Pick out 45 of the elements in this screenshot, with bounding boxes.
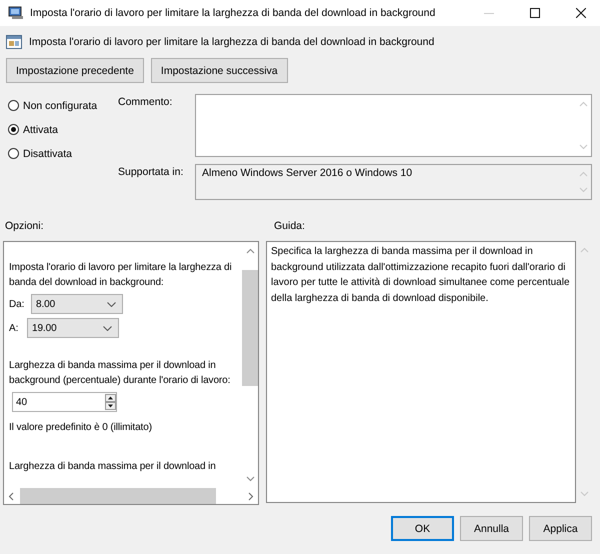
radio-option[interactable]: Non configurata xyxy=(8,97,118,114)
radio-circle[interactable] xyxy=(8,100,19,111)
dialog-button[interactable]: OK xyxy=(391,516,454,541)
nav-button[interactable]: Impostazione successiva xyxy=(150,58,288,83)
close-icon[interactable] xyxy=(576,8,586,18)
radio-label: Disattivata xyxy=(23,148,72,160)
time-dropdown[interactable]: 19.00 xyxy=(27,318,119,338)
scrollbar-thumb[interactable] xyxy=(20,488,216,504)
option-text: Larghezza di banda massima per il download in background (percentuale) durante l'orario di lavoro: xyxy=(9,359,232,388)
policy-icon xyxy=(6,34,22,50)
radio-label: Non configurata xyxy=(23,100,98,112)
scroll-right-icon[interactable] xyxy=(248,492,254,500)
computer-icon xyxy=(8,6,24,20)
radio-circle[interactable] xyxy=(8,148,19,159)
help-label: Guida: xyxy=(274,220,305,232)
dialog-button[interactable]: Annulla xyxy=(460,516,523,541)
radio-option[interactable]: Disattivata xyxy=(8,145,118,162)
maximize-icon[interactable] xyxy=(530,8,540,18)
option-text: Imposta l'orario di lavoro per limitare la larghezza di banda del download in background: xyxy=(9,261,233,290)
options-label: Opzioni: xyxy=(4,220,45,232)
policy-title: Imposta l'orario di lavoro per limitare la larghezza di banda del download in background xyxy=(29,36,434,48)
chevron-down-icon xyxy=(107,302,116,306)
help-text: Specifica la larghezza di banda massima per il download in background utilizzata dall'ottimizzazione recapito fuori dall'orario di lavoro per tutte le attività di download simultanee come percentuale della larghezza di banda di download disponibile. xyxy=(266,241,576,503)
window-title: Imposta l'orario di lavoro per limitare la larghezza di banda del download in background xyxy=(30,7,436,19)
option-text: Il valore predefinito è 0 (illimitato) xyxy=(9,421,153,435)
nav-button[interactable]: Impostazione precedente xyxy=(6,58,144,83)
dropdown-label: Da: xyxy=(9,298,26,310)
supported-label: Supportata in: xyxy=(118,165,184,180)
option-text: Larghezza di banda massima per il download in xyxy=(9,460,217,474)
comment-label: Commento: xyxy=(118,95,174,110)
dialog-button[interactable]: Applica xyxy=(529,516,592,541)
scrollbar-thumb[interactable] xyxy=(242,270,258,386)
supported-value: Almeno Windows Server 2016 o Windows 10 xyxy=(201,166,414,181)
radio-label: Attivata xyxy=(23,124,58,136)
scroll-left-icon[interactable] xyxy=(8,492,14,500)
dropdown-label: A: xyxy=(9,322,20,334)
radio-circle[interactable] xyxy=(8,124,19,135)
scroll-down-icon[interactable] xyxy=(246,476,254,482)
time-dropdown[interactable]: 8.00 xyxy=(31,294,123,314)
down-arrow-icon[interactable] xyxy=(105,402,116,410)
scroll-up-icon[interactable] xyxy=(246,248,254,254)
up-arrow-icon[interactable] xyxy=(105,394,116,402)
radio-option[interactable]: Attivata xyxy=(8,121,118,138)
chevron-down-icon xyxy=(103,326,112,330)
number-spinner[interactable]: 40 xyxy=(12,392,117,412)
